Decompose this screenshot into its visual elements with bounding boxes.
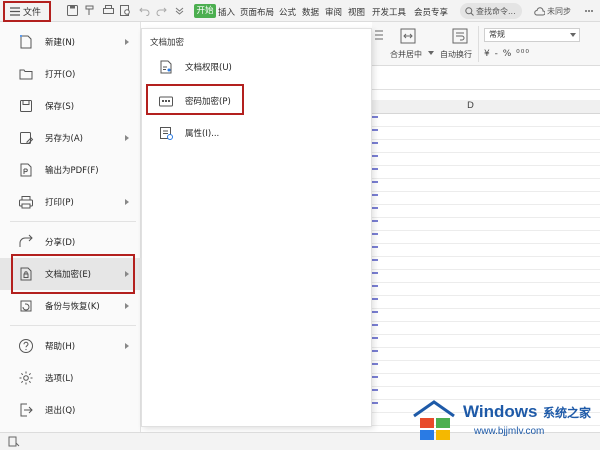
spreadsheet-area[interactable]: D bbox=[372, 66, 600, 432]
macro-icon[interactable] bbox=[8, 436, 20, 448]
menu-item-print[interactable]: 打印(P) bbox=[0, 186, 141, 218]
tab-data[interactable]: 数据 bbox=[302, 6, 319, 18]
menu-item-options[interactable]: 选项(L) bbox=[0, 362, 141, 394]
menu-item-exit[interactable]: 退出(Q) bbox=[0, 394, 141, 426]
sync-status[interactable]: 未同步 bbox=[534, 6, 571, 17]
save-as-icon bbox=[20, 132, 34, 144]
watermark: Windows 系统之家 www.bjjmlv.com bbox=[408, 396, 596, 446]
redo-icon[interactable] bbox=[156, 5, 167, 16]
menu-item-help[interactable]: 帮助(H) bbox=[0, 330, 141, 362]
menu-item-label: 打印(P) bbox=[45, 198, 74, 208]
watermark-brand-cn: 系统之家 bbox=[543, 406, 592, 420]
submenu-item-label: 属性(I)... bbox=[185, 129, 220, 139]
menu-item-export-pdf[interactable]: 输出为PDF(F) bbox=[0, 154, 141, 186]
submenu-item-document-permission[interactable]: 文档权限(U) bbox=[142, 52, 371, 80]
menu-item-new[interactable]: 新建(N) bbox=[0, 26, 141, 58]
command-search[interactable]: 查找命令... bbox=[460, 3, 522, 19]
menu-divider bbox=[10, 221, 136, 222]
number-format-select[interactable]: 常规 bbox=[484, 28, 580, 42]
tab-member[interactable]: 会员专享 bbox=[414, 6, 448, 18]
tab-formula[interactable]: 公式 bbox=[279, 6, 296, 18]
share-icon bbox=[19, 234, 33, 247]
number-format-symbols[interactable]: ¥ - % ⁰⁰⁰ bbox=[484, 49, 530, 59]
windows-logo-icon bbox=[413, 400, 455, 440]
undo-icon[interactable] bbox=[139, 5, 150, 16]
menu-item-label: 帮助(H) bbox=[45, 342, 76, 352]
properties-icon bbox=[160, 127, 173, 140]
chevron-right-icon bbox=[125, 135, 129, 141]
chevron-down-icon bbox=[570, 33, 576, 37]
number-format-value: 常规 bbox=[489, 30, 505, 39]
tab-page-layout[interactable]: 页面布局 bbox=[240, 6, 274, 18]
wrap-text-label[interactable]: 自动换行 bbox=[440, 49, 472, 60]
menu-item-save-as[interactable]: 另存为(A) bbox=[0, 122, 141, 154]
menu-item-label: 选项(L) bbox=[45, 374, 74, 384]
exit-icon bbox=[20, 403, 33, 417]
pdf-icon bbox=[20, 163, 32, 177]
save-icon bbox=[20, 100, 32, 112]
search-icon bbox=[465, 6, 474, 16]
search-placeholder: 查找命令... bbox=[476, 6, 516, 16]
tab-review[interactable]: 审阅 bbox=[325, 6, 342, 18]
menu-item-label: 输出为PDF(F) bbox=[45, 166, 99, 176]
format-painter-icon[interactable] bbox=[85, 5, 96, 16]
encryption-item-highlight bbox=[11, 254, 135, 294]
menu-item-label: 另存为(A) bbox=[45, 134, 83, 144]
chevron-down-icon[interactable] bbox=[174, 5, 185, 16]
submenu-item-label: 文档权限(U) bbox=[185, 63, 232, 73]
align-icon[interactable] bbox=[374, 28, 384, 44]
ribbon-panel: 合并居中 自动换行 常规 ¥ - % ⁰⁰⁰ bbox=[372, 22, 600, 66]
password-encrypt-highlight bbox=[146, 84, 244, 115]
top-toolbar: 文件 开始 插入 页面布局 公式 数据 审阅 视图 开发工具 会员专享 查找命令… bbox=[0, 0, 600, 22]
sync-label: 未同步 bbox=[547, 7, 571, 16]
submenu-title: 文档加密 bbox=[150, 38, 185, 48]
menu-item-label: 保存(S) bbox=[45, 102, 75, 112]
cell-grid[interactable] bbox=[372, 114, 600, 432]
column-header-d[interactable]: D bbox=[467, 101, 474, 111]
column-header-row: D bbox=[372, 100, 600, 114]
printer-icon bbox=[19, 196, 33, 209]
chevron-down-icon[interactable] bbox=[428, 51, 434, 56]
print-quick-icon[interactable] bbox=[103, 5, 114, 16]
gear-icon bbox=[19, 371, 33, 385]
watermark-brand: Windows bbox=[463, 402, 538, 421]
chevron-right-icon bbox=[125, 343, 129, 349]
menu-item-save[interactable]: 保存(S) bbox=[0, 90, 141, 122]
save-quick-icon[interactable] bbox=[67, 5, 78, 16]
merge-center-label[interactable]: 合并居中 bbox=[390, 49, 422, 60]
chevron-right-icon bbox=[125, 199, 129, 205]
file-button-highlight bbox=[3, 1, 51, 22]
menu-item-open[interactable]: 打开(O) bbox=[0, 58, 141, 90]
tab-developer[interactable]: 开发工具 bbox=[372, 6, 406, 18]
row-markers bbox=[372, 116, 378, 406]
menu-item-label: 新建(N) bbox=[45, 38, 75, 48]
wrap-text-icon[interactable] bbox=[452, 28, 468, 44]
chevron-right-icon bbox=[125, 39, 129, 45]
chevron-right-icon bbox=[125, 303, 129, 309]
folder-open-icon bbox=[19, 69, 33, 80]
tab-start[interactable]: 开始 bbox=[194, 4, 216, 18]
help-icon bbox=[19, 339, 33, 353]
submenu-item-properties[interactable]: 属性(I)... bbox=[142, 118, 371, 146]
tab-insert[interactable]: 插入 bbox=[218, 6, 235, 18]
ribbon-divider bbox=[478, 26, 479, 62]
tab-view[interactable]: 视图 bbox=[348, 6, 365, 18]
menu-item-label: 备份与恢复(K) bbox=[45, 302, 100, 312]
cloud-icon bbox=[534, 7, 545, 16]
menu-item-backup-restore[interactable]: 备份与恢复(K) bbox=[0, 290, 141, 322]
more-icon[interactable] bbox=[584, 6, 594, 16]
backup-icon bbox=[20, 300, 32, 312]
menu-divider bbox=[10, 325, 136, 326]
menu-item-label: 分享(D) bbox=[45, 238, 76, 248]
print-preview-icon[interactable] bbox=[120, 5, 131, 16]
menu-item-label: 退出(Q) bbox=[45, 406, 76, 416]
document-permission-icon bbox=[160, 60, 172, 74]
file-menu-panel: 新建(N) 打开(O) 保存(S) 另存为(A) 输出为PDF(F) 打印(P)… bbox=[0, 22, 141, 432]
watermark-url: www.bjjmlv.com bbox=[474, 426, 545, 437]
new-file-icon bbox=[20, 35, 32, 49]
menu-item-label: 打开(O) bbox=[45, 70, 76, 80]
merge-center-icon[interactable] bbox=[400, 28, 416, 44]
formula-bar[interactable] bbox=[372, 66, 600, 90]
